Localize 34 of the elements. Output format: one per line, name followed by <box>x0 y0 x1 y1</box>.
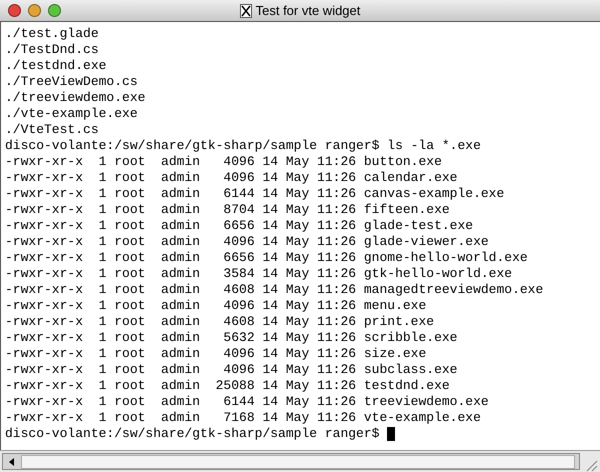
close-button[interactable] <box>8 4 21 17</box>
text-cursor <box>387 427 396 441</box>
left-arrow-icon[interactable] <box>7 456 17 466</box>
minimize-button[interactable] <box>28 4 41 17</box>
x-logo-icon <box>240 4 252 18</box>
zoom-button[interactable] <box>48 4 61 17</box>
terminal-line: -rwxr-xr-x 1 root admin 4096 14 May 11:26 button.exe <box>5 154 442 170</box>
terminal-line: -rwxr-xr-x 1 root admin 6656 14 May 11:26 glade-test.exe <box>5 218 474 234</box>
terminal-line: ./treeviewdemo.exe <box>5 90 146 106</box>
terminal-line: -rwxr-xr-x 1 root admin 4608 14 May 11:26 print.exe <box>5 314 434 330</box>
terminal-line: -rwxr-xr-x 1 root admin 4096 14 May 11:26 menu.exe <box>5 298 426 314</box>
terminal-line: -rwxr-xr-x 1 root admin 3584 14 May 11:26 gtk-hello-world.exe <box>5 266 512 282</box>
terminal-line: -rwxr-xr-x 1 root admin 6144 14 May 11:26 canvas-example.exe <box>5 186 504 202</box>
terminal-line: ./vte-example.exe <box>5 106 138 122</box>
terminal-line: -rwxr-xr-x 1 root admin 6144 14 May 11:26 treeviewdemo.exe <box>5 394 489 410</box>
terminal-line: -rwxr-xr-x 1 root admin 25088 14 May 11:26 testdnd.exe <box>5 378 450 394</box>
terminal-line: ./TestDnd.cs <box>5 42 99 58</box>
terminal-prompt: disco-volante:/sw/share/gtk-sharp/sample ranger$ <box>5 426 380 442</box>
terminal-line: -rwxr-xr-x 1 root admin 4096 14 May 11:26 calendar.exe <box>5 170 458 186</box>
horizontal-scrollbar[interactable] <box>2 453 580 470</box>
terminal-line: ./test.glade <box>5 26 99 42</box>
terminal-line: ./TreeViewDemo.cs <box>5 74 138 90</box>
terminal-line: disco-volante:/sw/share/gtk-sharp/sample ranger$ ls -la *.exe <box>5 138 481 154</box>
terminal-line: -rwxr-xr-x 1 root admin 4608 14 May 11:26 managedtreeviewdemo.exe <box>5 282 544 298</box>
window-title: Test for vte widget <box>256 2 360 20</box>
terminal-line: -rwxr-xr-x 1 root admin 6656 14 May 11:26 gnome-hello-world.exe <box>5 250 528 266</box>
terminal-line: ./testdnd.exe <box>5 58 106 74</box>
terminal-line: -rwxr-xr-x 1 root admin 4096 14 May 11:26 size.exe <box>5 346 426 362</box>
terminal-line: -rwxr-xr-x 1 root admin 7168 14 May 11:26 vte-example.exe <box>5 410 481 426</box>
terminal-line: -rwxr-xr-x 1 root admin 5632 14 May 11:26 scribble.exe <box>5 330 458 346</box>
terminal-line: -rwxr-xr-x 1 root admin 4096 14 May 11:26 subclass.exe <box>5 362 458 378</box>
terminal-line: -rwxr-xr-x 1 root admin 8704 14 May 11:26 fifteen.exe <box>5 202 450 218</box>
terminal-line: -rwxr-xr-x 1 root admin 4096 14 May 11:26 glade-viewer.exe <box>5 234 489 250</box>
terminal-line: ./VteTest.cs <box>5 122 99 138</box>
